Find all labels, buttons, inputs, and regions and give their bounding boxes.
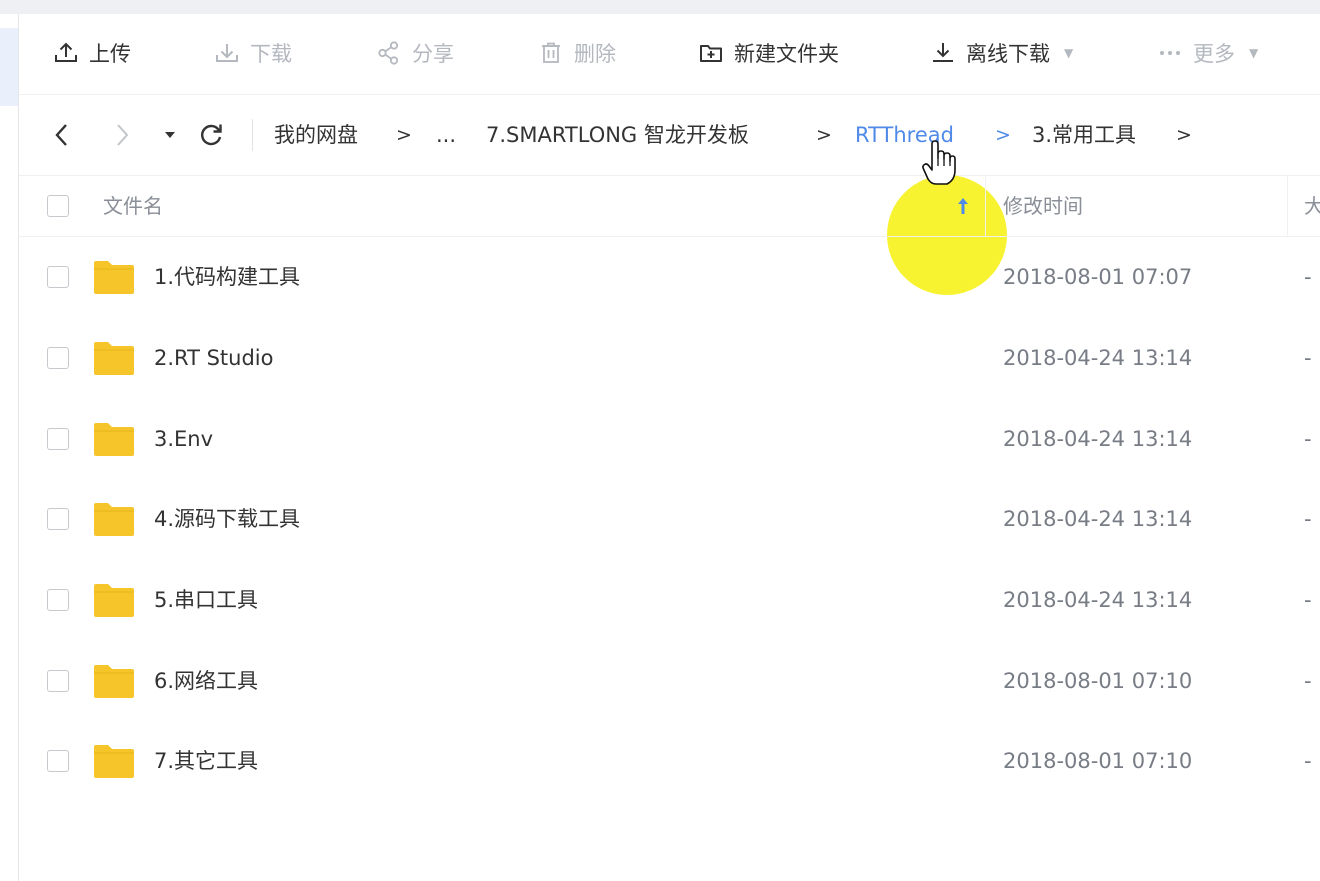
forward-button[interactable] — [107, 117, 137, 153]
new-folder-button[interactable]: 新建文件夹 — [698, 38, 839, 68]
delete-label: 删除 — [574, 42, 616, 66]
folder-icon — [94, 503, 134, 536]
refresh-button[interactable] — [194, 117, 228, 153]
table-row[interactable]: 7.其它工具 2018-08-01 07:10 - — [19, 721, 1320, 802]
table-row[interactable]: 6.网络工具 2018-08-01 07:10 - — [19, 641, 1320, 722]
row-checkbox[interactable] — [47, 589, 69, 611]
caret-down-icon[interactable]: ▼ — [1064, 46, 1073, 60]
file-size: - — [1304, 588, 1312, 612]
refresh-icon — [201, 124, 222, 146]
file-modified: 2018-08-01 07:10 — [1003, 669, 1193, 693]
file-size: - — [1304, 427, 1312, 451]
download-label: 下载 — [250, 42, 292, 66]
back-button[interactable] — [47, 117, 77, 153]
file-name[interactable]: 7.其它工具 — [154, 745, 258, 777]
file-name[interactable]: 3.Env — [154, 423, 213, 455]
file-name[interactable]: 1.代码构建工具 — [154, 261, 300, 293]
file-size: - — [1304, 749, 1312, 773]
toolbar: 上传 下载 分享 删除 新建文件夹 离线下载 ▼ 更多 ▼ — [19, 14, 1320, 95]
table-row[interactable]: 2.RT Studio 2018-04-24 13:14 - — [19, 318, 1320, 399]
breadcrumb-item-ellipsis[interactable]: ... — [436, 119, 456, 151]
row-checkbox[interactable] — [47, 428, 69, 450]
table-row[interactable]: 4.源码下载工具 2018-04-24 13:14 - — [19, 479, 1320, 560]
file-modified: 2018-08-01 07:10 — [1003, 749, 1193, 773]
more-button[interactable]: 更多 ▼ — [1157, 38, 1258, 68]
folder-icon — [94, 665, 134, 698]
file-size: - — [1304, 346, 1312, 370]
breadcrumb-item-common-tools[interactable]: 3.常用工具 — [1032, 119, 1136, 151]
new-folder-label: 新建文件夹 — [734, 42, 839, 66]
chevron-left-icon — [55, 124, 67, 146]
table-row[interactable]: 5.串口工具 2018-04-24 13:14 - — [19, 560, 1320, 641]
table-row[interactable]: 3.Env 2018-04-24 13:14 - — [19, 399, 1320, 480]
column-divider[interactable] — [985, 176, 986, 236]
sidebar-selected-accent — [0, 28, 18, 106]
caret-down-icon[interactable]: ▼ — [1249, 46, 1258, 60]
file-name[interactable]: 6.网络工具 — [154, 665, 258, 697]
row-checkbox[interactable] — [47, 508, 69, 530]
file-modified: 2018-08-01 07:07 — [1003, 265, 1193, 289]
folder-icon — [94, 423, 134, 456]
breadcrumb-bar: 我的网盘 > ... 7.SMARTLONG 智龙开发板 > RTThread … — [19, 95, 1320, 295]
column-divider[interactable] — [1287, 176, 1288, 236]
hand-pointer-icon — [922, 140, 956, 185]
download-icon — [216, 44, 238, 62]
window-top-strip — [0, 0, 1320, 14]
history-dropdown[interactable] — [159, 117, 181, 153]
breadcrumb-item-my-drive[interactable]: 我的网盘 — [274, 119, 358, 151]
column-header-name[interactable]: 文件名 — [103, 190, 163, 222]
file-name[interactable]: 2.RT Studio — [154, 342, 274, 374]
file-size: - — [1304, 669, 1312, 693]
select-all-checkbox[interactable] — [47, 195, 69, 217]
trash-icon — [542, 42, 560, 63]
offline-download-button[interactable]: 离线下载 ▼ — [930, 38, 1073, 68]
file-modified: 2018-04-24 13:14 — [1003, 346, 1193, 370]
share-icon — [378, 41, 399, 65]
file-modified: 2018-04-24 13:14 — [1003, 507, 1193, 531]
row-checkbox[interactable] — [47, 266, 69, 288]
upload-icon — [55, 42, 77, 62]
folder-icon — [94, 342, 134, 375]
breadcrumb-item-smartlong[interactable]: 7.SMARTLONG 智龙开发板 — [486, 119, 749, 151]
file-modified: 2018-04-24 13:14 — [1003, 427, 1193, 451]
left-sidebar-edge — [0, 14, 19, 881]
share-label: 分享 — [412, 42, 454, 66]
more-dots-icon — [1160, 51, 1180, 55]
file-name[interactable]: 4.源码下载工具 — [154, 503, 300, 535]
new-folder-icon — [700, 45, 722, 62]
offline-download-label: 离线下载 — [966, 42, 1050, 66]
file-modified: 2018-04-24 13:14 — [1003, 588, 1193, 612]
folder-icon — [94, 745, 134, 778]
delete-button[interactable]: 删除 — [538, 38, 616, 68]
upload-label: 上传 — [89, 42, 131, 66]
breadcrumb-separator: > — [816, 124, 832, 146]
row-checkbox[interactable] — [47, 750, 69, 772]
column-header-size[interactable]: 大 — [1304, 190, 1320, 222]
upload-button[interactable]: 上传 — [53, 38, 131, 68]
share-button[interactable]: 分享 — [376, 38, 454, 68]
table-header: 文件名 修改时间 大 — [19, 176, 1320, 237]
breadcrumb-separator: > — [396, 124, 412, 146]
download-button[interactable]: 下载 — [214, 38, 292, 68]
file-size: - — [1304, 265, 1312, 289]
chevron-right-icon — [117, 124, 129, 146]
more-label: 更多 — [1193, 42, 1235, 66]
column-header-modified[interactable]: 修改时间 — [1003, 190, 1083, 222]
caret-down-icon — [165, 132, 175, 138]
folder-icon — [94, 261, 134, 294]
breadcrumb-separator: > — [1176, 124, 1192, 146]
file-name[interactable]: 5.串口工具 — [154, 584, 258, 616]
folder-icon — [94, 584, 134, 617]
row-checkbox[interactable] — [47, 347, 69, 369]
file-browser: 上传 下载 分享 删除 新建文件夹 离线下载 ▼ 更多 ▼ 我的网盘 > ...… — [19, 14, 1320, 881]
offline-download-icon — [933, 43, 953, 62]
nav-divider — [252, 119, 253, 151]
arrow-up-icon[interactable] — [955, 195, 971, 217]
breadcrumb-separator: > — [995, 124, 1011, 146]
table-row[interactable]: 1.代码构建工具 2018-08-01 07:07 - — [19, 237, 1320, 318]
row-checkbox[interactable] — [47, 670, 69, 692]
file-size: - — [1304, 507, 1312, 531]
